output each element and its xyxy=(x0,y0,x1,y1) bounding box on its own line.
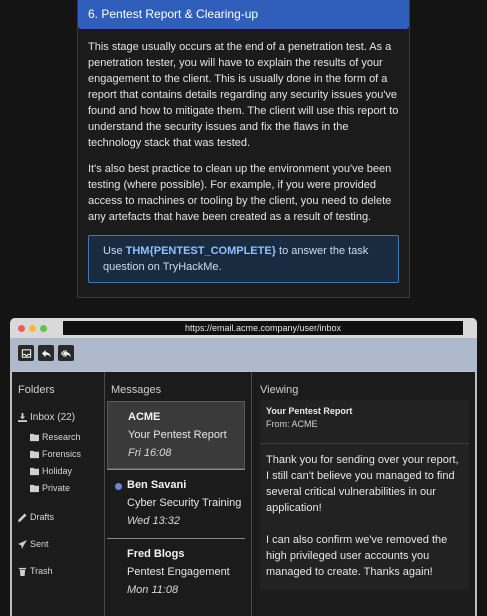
folder-icon xyxy=(30,467,39,475)
folder-sent-label: Sent xyxy=(30,539,49,549)
folder-drafts-label: Drafts xyxy=(30,512,55,522)
folder-icon xyxy=(30,433,39,441)
email-body-paragraph-2: I can also confirm we've removed the hig… xyxy=(266,534,448,578)
folder-inbox[interactable]: Inbox (22) xyxy=(18,412,75,423)
email-view: Your Pentest Report From: ACME Thank you… xyxy=(260,400,469,590)
folder-drafts[interactable]: Drafts xyxy=(18,512,54,522)
folder-trash[interactable]: Trash xyxy=(18,566,53,576)
minimize-window-icon[interactable] xyxy=(29,325,36,332)
email-body: Thank you for sending over your report, … xyxy=(260,444,469,580)
task-paragraph-1: This stage usually occurs at the end of … xyxy=(88,41,399,149)
folder-holiday[interactable]: Holiday xyxy=(30,466,72,476)
folder-private[interactable]: Private xyxy=(30,483,70,493)
messages-title: Messages xyxy=(111,384,162,396)
email-body-paragraph-1: Thank you for sending over your report, … xyxy=(266,454,459,514)
folder-sent[interactable]: Sent xyxy=(18,539,49,549)
folder-forensics-label: Forensics xyxy=(42,449,82,459)
paper-plane-icon xyxy=(18,539,27,549)
folders-title: Folders xyxy=(18,384,55,396)
reply-button[interactable] xyxy=(38,345,54,361)
mail-client: Folders Inbox (22) Research Forensics Ho… xyxy=(12,372,475,616)
folder-research-label: Research xyxy=(42,432,81,442)
browser-window: https://email.acme.company/user/inbox Fo… xyxy=(10,318,477,616)
url-bar[interactable]: https://email.acme.company/user/inbox xyxy=(63,321,463,335)
unread-dot-icon xyxy=(115,483,122,490)
message-item-acme[interactable]: ACME Your Pentest Report Fri 16:08 xyxy=(107,401,245,469)
message-subject: Cyber Security Training xyxy=(127,497,242,509)
email-header: Your Pentest Report From: ACME xyxy=(260,400,469,444)
task-paragraph-2: It's also best practice to clean up the … xyxy=(88,163,392,223)
message-item-ben-savani[interactable]: Ben Savani Cyber Security Training Wed 1… xyxy=(107,470,245,538)
maximize-window-icon[interactable] xyxy=(40,325,47,332)
folder-inbox-label: Inbox (22) xyxy=(30,412,76,423)
download-icon xyxy=(18,413,27,422)
folder-forensics[interactable]: Forensics xyxy=(30,449,81,459)
message-from: Fred Blogs xyxy=(127,548,185,560)
task-header[interactable]: 6. Pentest Report & Clearing-up xyxy=(78,0,409,29)
message-subject: Your Pentest Report xyxy=(128,429,227,441)
email-subject: Your Pentest Report xyxy=(266,406,353,416)
folder-holiday-label: Holiday xyxy=(42,466,73,476)
message-time: Fri 16:08 xyxy=(128,447,172,459)
callout-prefix: Use xyxy=(103,245,126,257)
folder-trash-label: Trash xyxy=(30,566,53,576)
viewing-panel: Viewing Your Pentest Report From: ACME T… xyxy=(260,372,475,616)
browser-titlebar: https://email.acme.company/user/inbox xyxy=(10,318,477,338)
mail-toolbar xyxy=(10,338,477,371)
flag-callout: Use THM{PENTEST_COMPLETE} to answer the … xyxy=(88,235,399,283)
folder-icon xyxy=(30,450,39,458)
email-from: From: ACME xyxy=(266,419,318,429)
folder-research[interactable]: Research xyxy=(30,432,81,442)
reply-all-icon xyxy=(60,349,71,358)
close-window-icon[interactable] xyxy=(18,325,25,332)
message-from: ACME xyxy=(128,411,161,423)
message-item-fred-blogs[interactable]: Fred Blogs Pentest Engagement Mon 11:08 xyxy=(107,539,245,607)
viewing-title: Viewing xyxy=(260,384,299,396)
folder-icon xyxy=(30,484,39,492)
messages-panel: Messages ACME Your Pentest Report Fri 16… xyxy=(104,372,252,616)
task-body: This stage usually occurs at the end of … xyxy=(78,29,409,283)
message-time: Wed 13:32 xyxy=(127,515,181,527)
folders-panel: Folders Inbox (22) Research Forensics Ho… xyxy=(12,372,102,616)
inbox-tray-icon xyxy=(21,348,31,358)
message-time: Mon 11:08 xyxy=(127,584,179,596)
flag-text: THM{PENTEST_COMPLETE} xyxy=(125,245,276,257)
compose-button[interactable] xyxy=(18,345,34,361)
folder-private-label: Private xyxy=(42,483,71,493)
message-subject: Pentest Engagement xyxy=(127,566,230,578)
trash-icon xyxy=(18,567,27,576)
pencil-icon xyxy=(18,513,27,522)
message-from: Ben Savani xyxy=(127,479,187,491)
task-card: 6. Pentest Report & Clearing-up This sta… xyxy=(77,0,410,298)
reply-all-button[interactable] xyxy=(58,345,74,361)
reply-icon xyxy=(41,349,51,358)
